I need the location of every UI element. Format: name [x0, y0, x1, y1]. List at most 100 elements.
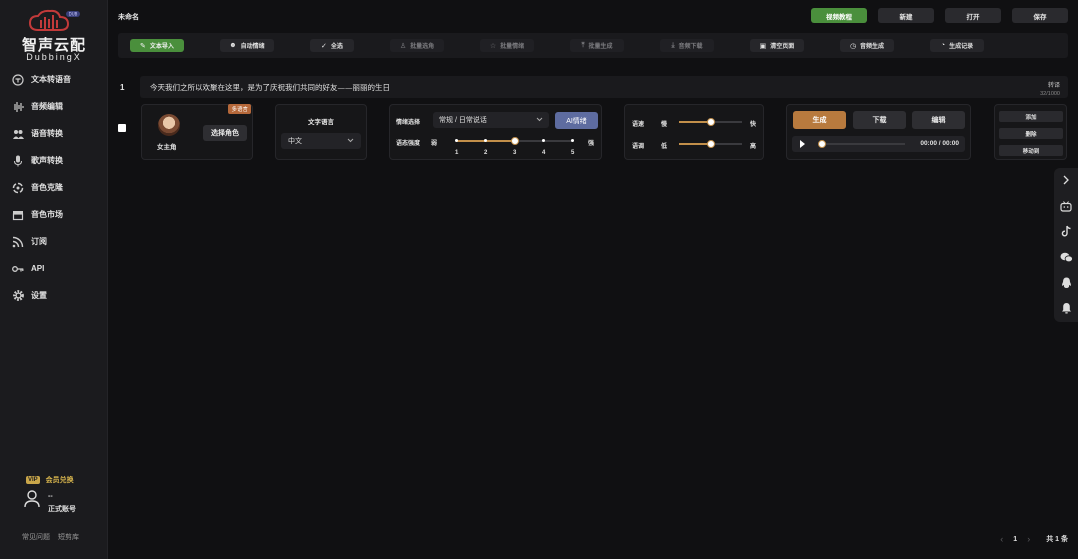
- sidebar-item-voice-market[interactable]: 音色市场: [0, 201, 108, 228]
- rss-icon: [11, 235, 25, 249]
- clear-icon: ▣: [759, 42, 767, 50]
- audio-download-button[interactable]: ⤓ 音频下载: [660, 39, 714, 52]
- sidebar-item-label: 音色市场: [31, 210, 63, 219]
- clock-icon: ◷: [849, 42, 857, 50]
- speed-slider[interactable]: [679, 118, 742, 126]
- sidebar-item-audio-edit[interactable]: 音频编辑: [0, 93, 108, 120]
- play-icon[interactable]: [800, 140, 805, 148]
- vip-badge: VIP: [26, 476, 40, 484]
- history-button[interactable]: ◔ 生成记录: [930, 39, 984, 52]
- tiktok-icon[interactable]: [1059, 224, 1073, 238]
- clone-icon: [11, 181, 25, 195]
- emotion-value: 常规 / 日常说话: [439, 117, 487, 124]
- strength-label: 语态强度: [396, 141, 421, 147]
- strength-slider[interactable]: [455, 137, 574, 145]
- move-row-button[interactable]: 移动到: [999, 145, 1063, 156]
- delete-row-button[interactable]: 删除: [999, 128, 1063, 139]
- user-avatar-icon: [24, 490, 40, 510]
- sidebar-item-label: 音频编辑: [31, 102, 63, 111]
- sidebar-item-api[interactable]: API: [0, 255, 108, 282]
- sidebar-item-voice-clone[interactable]: 音色克隆: [0, 174, 108, 201]
- multilingual-badge: 多语言: [228, 104, 251, 114]
- pitch-label: 语调: [632, 144, 645, 150]
- bell-icon[interactable]: [1059, 301, 1073, 315]
- shortcut-library-link[interactable]: 短剪库: [58, 532, 79, 542]
- voice-convert-icon: [11, 127, 25, 141]
- ai-emotion-button[interactable]: AI情绪: [555, 112, 598, 129]
- chevron-right-icon[interactable]: [1059, 173, 1073, 187]
- low-label: 低: [661, 144, 668, 150]
- weak-label: 弱: [431, 141, 438, 147]
- text-input[interactable]: 今天我们之所以欢聚在这里，是为了庆祝我们共同的好友——丽丽的生日 转译 32/1…: [140, 76, 1068, 98]
- bilibili-icon[interactable]: [1059, 199, 1073, 213]
- generate-button[interactable]: 生成: [793, 111, 846, 129]
- download-button[interactable]: 下载: [853, 111, 906, 129]
- user-profile[interactable]: -- 正式账号: [24, 490, 76, 514]
- new-button[interactable]: 新建: [878, 8, 934, 23]
- current-page[interactable]: 1: [1013, 536, 1017, 543]
- slider-tick: [542, 139, 545, 142]
- clear-page-button[interactable]: ▣ 清空页面: [750, 39, 804, 52]
- translate-button[interactable]: 转译: [1040, 80, 1060, 89]
- add-row-button[interactable]: 添加: [999, 111, 1063, 122]
- next-page-button[interactable]: ›: [1027, 534, 1030, 544]
- tool-label: 全选: [330, 44, 343, 50]
- select-all-button[interactable]: ✓ 全选: [310, 39, 354, 52]
- slider-tick: [484, 139, 487, 142]
- emotion-select[interactable]: 常规 / 日常说话: [433, 112, 549, 128]
- generate-card: 生成 下载 编辑 00:00 / 00:00: [786, 104, 971, 160]
- main-area: 未命名 视频教程 新建 打开 保存 ✎ 文本导入 ☻ 自动情绪 ✓ 全选 ♙ 批量选角 …: [108, 0, 1078, 559]
- sidebar-item-voice-convert[interactable]: 语音转换: [0, 120, 108, 147]
- audio-player: 00:00 / 00:00: [792, 136, 965, 152]
- qq-icon[interactable]: [1059, 276, 1073, 290]
- role-name: 女主角: [157, 144, 177, 151]
- slider-handle[interactable]: [510, 137, 519, 145]
- language-card: 文字语言 中文: [275, 104, 367, 160]
- video-tutorial-button[interactable]: 视频教程: [811, 8, 867, 23]
- sidebar-item-subscribe[interactable]: 订阅: [0, 228, 108, 255]
- pitch-slider[interactable]: [679, 140, 742, 148]
- faq-link[interactable]: 常见问题: [22, 532, 50, 542]
- import-text-button[interactable]: ✎ 文本导入: [130, 39, 184, 52]
- playback-progress[interactable]: [818, 140, 905, 148]
- vip-redeem[interactable]: VIP 会员兑换: [26, 475, 74, 485]
- vip-label: 会员兑换: [45, 477, 74, 484]
- sidebar-item-singing-convert[interactable]: 歌声转换: [0, 147, 108, 174]
- save-button[interactable]: 保存: [1012, 8, 1068, 23]
- wechat-icon[interactable]: [1059, 250, 1073, 264]
- audio-generate-button[interactable]: ◷ 音频生成: [840, 39, 894, 52]
- slider-handle[interactable]: [706, 140, 715, 148]
- choose-role-button[interactable]: 选择角色: [203, 125, 247, 141]
- footer-links: 常见问题 短剪库: [22, 532, 79, 542]
- microphone-icon: [11, 154, 25, 168]
- person-icon: ♙: [399, 42, 407, 50]
- line-text: 今天我们之所以欢聚在这里，是为了庆祝我们共同的好友——丽丽的生日: [150, 83, 390, 92]
- key-icon: [11, 262, 25, 276]
- language-select[interactable]: 中文: [281, 133, 361, 149]
- prev-page-button[interactable]: ‹: [1000, 534, 1003, 544]
- emotion-icon: ☻: [229, 42, 237, 49]
- speed-label: 语速: [632, 122, 645, 128]
- slider-handle[interactable]: [706, 118, 715, 126]
- level-label: 1: [455, 150, 459, 156]
- sidebar-item-label: 语音转换: [31, 129, 63, 138]
- sidebar-item-tts[interactable]: 文本转语音: [0, 66, 108, 93]
- open-button[interactable]: 打开: [945, 8, 1001, 23]
- tool-label: 批量情绪: [500, 44, 525, 50]
- auto-emotion-button[interactable]: ☻ 自动情绪: [220, 39, 274, 52]
- sidebar-item-label: 设置: [31, 291, 47, 300]
- batch-generate-button[interactable]: ⤒ 批量生成: [570, 39, 624, 52]
- sidebar-item-settings[interactable]: 设置: [0, 282, 108, 309]
- avatar[interactable]: [158, 114, 180, 136]
- logo[interactable]: DUB 智声云配 DubbingX: [18, 8, 90, 62]
- download-icon: ⤓: [671, 41, 675, 49]
- batch-emotion-button[interactable]: ☆ 批量情绪: [480, 39, 534, 52]
- pagination: ‹ 1 › 共 1 条: [1000, 534, 1068, 544]
- batch-role-button[interactable]: ♙ 批量选角: [390, 39, 444, 52]
- tool-label: 音频生成: [860, 44, 885, 50]
- edit-button[interactable]: 编辑: [912, 111, 965, 129]
- progress-handle[interactable]: [818, 140, 826, 148]
- row-checkbox[interactable]: [118, 124, 126, 132]
- project-name[interactable]: 未命名: [118, 12, 139, 22]
- chevron-down-icon: [536, 117, 543, 124]
